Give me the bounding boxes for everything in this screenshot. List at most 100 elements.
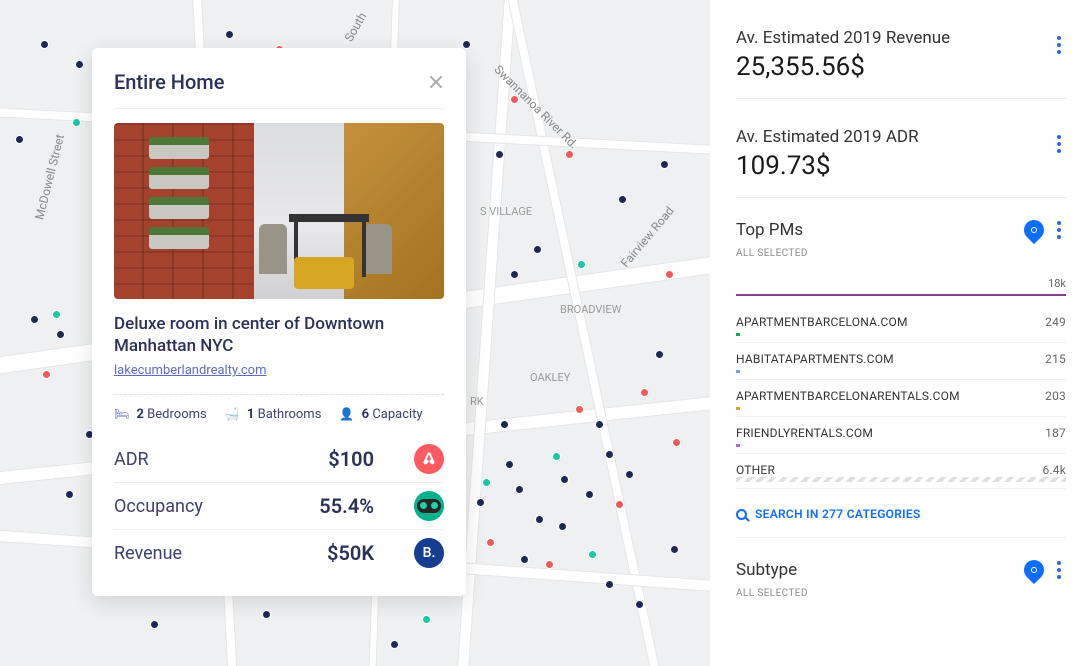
map-marker[interactable] <box>505 460 514 469</box>
map-marker[interactable] <box>495 150 504 159</box>
booking-icon: B. <box>414 538 444 568</box>
map-marker[interactable] <box>75 60 84 69</box>
map-marker[interactable] <box>585 490 594 499</box>
map-marker[interactable] <box>15 135 24 144</box>
map-marker[interactable] <box>56 330 65 339</box>
map-marker[interactable] <box>605 580 614 589</box>
search-categories-link[interactable]: SEARCH IN 277 CATEGORIES <box>736 507 1066 521</box>
map-marker[interactable] <box>655 350 664 359</box>
map-marker[interactable] <box>482 478 491 487</box>
pm-bar <box>736 333 740 336</box>
stat-value: 109.73$ <box>736 151 1066 181</box>
pm-name: HABITATAPARTMENTS.COM <box>736 352 894 366</box>
metric-label: ADR <box>114 449 284 470</box>
map-marker[interactable] <box>510 95 519 104</box>
listing-link[interactable]: lakecumberlandrealty.com <box>114 363 266 378</box>
map-marker[interactable] <box>588 550 597 559</box>
map-marker[interactable] <box>462 40 471 49</box>
pm-name: APARTMENTBARCELONA.COM <box>736 315 908 329</box>
map-marker[interactable] <box>40 40 49 49</box>
menu-icon[interactable] <box>1052 36 1066 54</box>
map-marker[interactable] <box>635 600 644 609</box>
map-marker[interactable] <box>625 470 634 479</box>
pm-count: 215 <box>1045 352 1066 366</box>
person-icon: 👤 <box>339 407 354 421</box>
map-marker[interactable] <box>672 438 681 447</box>
pm-row[interactable]: APARTMENTBARCELONARENTALS.COM 203 <box>736 380 1066 417</box>
map-label: OAKLEY <box>530 371 570 384</box>
pm-count: 6.4k <box>1042 463 1066 477</box>
map-marker[interactable] <box>500 420 509 429</box>
map-marker[interactable] <box>595 420 604 429</box>
bath-icon: 🛁 <box>225 407 240 421</box>
bed-icon: 🛏 <box>114 407 129 421</box>
pm-name: FRIENDLYRENTALS.COM <box>736 426 873 440</box>
map-marker[interactable] <box>577 260 586 269</box>
map-marker[interactable] <box>476 498 485 507</box>
map-marker[interactable] <box>510 270 519 279</box>
map-marker[interactable] <box>565 150 574 159</box>
droplet-icon[interactable] <box>1020 216 1048 244</box>
map-marker[interactable] <box>42 370 51 379</box>
map-marker[interactable] <box>670 545 679 554</box>
menu-icon[interactable] <box>1052 561 1066 579</box>
metric-label: Occupancy <box>114 496 284 517</box>
pm-bar <box>736 444 740 447</box>
pm-row[interactable]: HABITATAPARTMENTS.COM 215 <box>736 343 1066 380</box>
search-icon <box>736 509 747 520</box>
map-marker[interactable] <box>640 388 649 397</box>
map-marker[interactable] <box>422 615 431 624</box>
map-marker[interactable] <box>520 555 529 564</box>
pm-count: 203 <box>1045 389 1066 403</box>
map-marker[interactable] <box>552 452 561 461</box>
stat-revenue: Av. Estimated 2019 Revenue 25,355.56$ <box>736 0 1066 99</box>
listing-title: Deluxe room in center of Downtown Manhat… <box>114 313 444 357</box>
map-label: McDowell Street <box>32 133 67 221</box>
map-marker[interactable] <box>65 490 74 499</box>
droplet-icon[interactable] <box>1020 556 1048 584</box>
pm-count: 187 <box>1045 426 1066 440</box>
tripadvisor-icon <box>414 491 444 521</box>
map-marker[interactable] <box>535 515 544 524</box>
pm-bar <box>736 407 740 410</box>
map-marker[interactable] <box>533 245 542 254</box>
subtype-title: Subtype <box>736 560 797 580</box>
map-marker[interactable] <box>390 640 399 649</box>
subtype-block: Subtype ALL SELECTED <box>736 538 1066 621</box>
bathrooms: 🛁 1 Bathrooms <box>225 407 322 422</box>
menu-icon[interactable] <box>1052 221 1066 239</box>
all-selected-label: ALL SELECTED <box>736 588 1066 599</box>
map-marker[interactable] <box>52 310 61 319</box>
map-label: South <box>342 10 370 44</box>
map-marker[interactable] <box>486 538 495 547</box>
map-marker[interactable] <box>72 118 81 127</box>
map-marker[interactable] <box>615 500 624 509</box>
map-marker[interactable] <box>262 610 271 619</box>
map-label: Fairview Road <box>618 204 677 270</box>
map-marker[interactable] <box>665 270 674 279</box>
pm-name: APARTMENTBARCELONARENTALS.COM <box>736 389 960 403</box>
map-marker[interactable] <box>618 195 627 204</box>
map-marker[interactable] <box>660 160 669 169</box>
map-marker[interactable] <box>605 450 614 459</box>
pm-row[interactable]: APARTMENTBARCELONA.COM 249 <box>736 306 1066 343</box>
map-marker[interactable] <box>558 522 567 531</box>
pm-row[interactable]: FRIENDLYRENTALS.COM 187 <box>736 417 1066 454</box>
map-marker[interactable] <box>150 620 159 629</box>
map-label: BROADVIEW <box>560 303 621 316</box>
map-marker[interactable] <box>560 475 569 484</box>
close-icon[interactable] <box>428 74 444 90</box>
map-marker[interactable] <box>575 405 584 414</box>
metric-revenue: Revenue $50K B. <box>114 530 444 576</box>
listing-card: Entire Home Deluxe room in center of Dow… <box>92 48 466 596</box>
stat-label: Av. Estimated 2019 ADR <box>736 127 1066 147</box>
pm-bar-hatched <box>736 477 1066 482</box>
map-marker[interactable] <box>225 30 234 39</box>
pm-count: 249 <box>1045 315 1066 329</box>
map-marker[interactable] <box>545 560 554 569</box>
map-marker[interactable] <box>30 315 39 324</box>
metric-label: Revenue <box>114 543 284 564</box>
map-marker[interactable] <box>515 485 524 494</box>
menu-icon[interactable] <box>1052 135 1066 153</box>
map-label: S VILLAGE <box>480 205 532 218</box>
